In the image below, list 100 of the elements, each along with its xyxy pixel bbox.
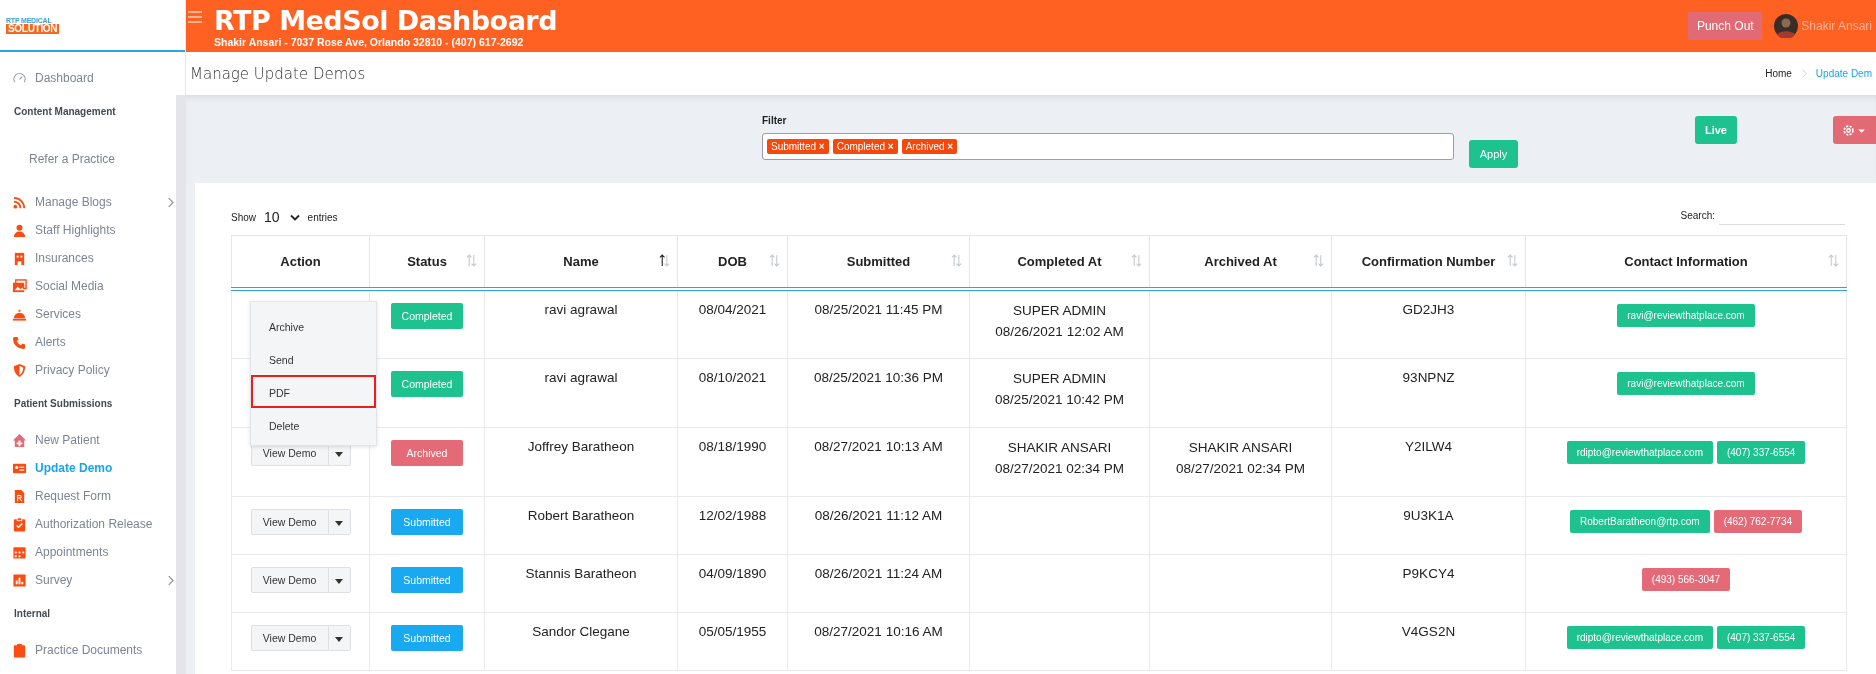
- table-cell: 9U3K1A: [1403, 507, 1454, 523]
- sidebar-item[interactable]: Request Form: [35, 489, 176, 503]
- table-cell: 08/25/2021 11:45 PM: [814, 302, 943, 317]
- sidebar-item[interactable]: Dashboard: [35, 71, 176, 85]
- column-header[interactable]: Confirmation Number: [1331, 235, 1526, 289]
- sidebar-item[interactable]: Refer a Practice: [0, 134, 176, 188]
- table-cell: Robert Baratheon: [527, 507, 635, 523]
- breadcrumb-link[interactable]: Update Dem: [1815, 68, 1872, 79]
- punch-out-button[interactable]: Punch Out: [1688, 12, 1763, 40]
- status-badge: Completed: [391, 303, 463, 329]
- column-title: Submitted: [846, 254, 911, 269]
- view-demo-button[interactable]: View Demo: [250, 624, 329, 651]
- menu-item[interactable]: Delete: [251, 408, 376, 441]
- column-header[interactable]: DOB: [677, 235, 788, 289]
- table-cell: 08/26/2021 11:24 AM: [814, 565, 943, 581]
- table-cell: P9KCY4: [1402, 565, 1455, 581]
- column-header[interactable]: Name: [484, 235, 678, 289]
- column-header[interactable]: Contact Information: [1525, 235, 1847, 289]
- apply-button[interactable]: Apply: [1469, 140, 1518, 168]
- contact-badge[interactable]: rdipto@reviewthatplace.com: [1566, 625, 1713, 649]
- column-header[interactable]: Submitted: [787, 235, 970, 289]
- table-cell: 08/27/2021 10:13 AM: [814, 438, 943, 454]
- remove-tag-button[interactable]: ×: [818, 141, 825, 152]
- menu-item[interactable]: Send: [251, 342, 376, 375]
- table-cell-text: SHAKIR ANSARI 08/27/2021 02:34 PM: [1175, 438, 1306, 478]
- sidebar-item[interactable]: Manage Blogs: [35, 195, 167, 209]
- contact-badge[interactable]: RobertBaratheon@rtp.com: [1569, 509, 1710, 533]
- column-title: Completed At: [1017, 254, 1102, 269]
- table-cell: Y2ILW4: [1405, 438, 1452, 454]
- sidebar-item[interactable]: Alerts: [35, 335, 176, 349]
- table-cell: ravi agrawal: [544, 369, 618, 385]
- table-cell: 08/10/2021: [698, 369, 767, 385]
- table-cell-text: SUPER ADMIN 08/26/2021 12:02 AM: [995, 302, 1124, 341]
- column-title: Action: [280, 254, 321, 269]
- section-heading: Internal: [13, 607, 52, 621]
- column-header[interactable]: Completed At: [969, 235, 1150, 289]
- status-badge: Submitted: [391, 508, 463, 535]
- table-cell: Joffrey Baratheon: [527, 438, 635, 454]
- status-badge: Submitted: [391, 624, 463, 651]
- sidebar-item[interactable]: Staff Highlights: [35, 223, 176, 237]
- sidebar-item[interactable]: Social Media: [35, 279, 176, 293]
- table-cell: 08/25/2021 10:36 PM: [813, 369, 944, 385]
- view-demo-button[interactable]: View Demo: [250, 508, 329, 535]
- view-demo-button[interactable]: View Demo: [250, 566, 329, 593]
- table-cell-text: SHAKIR ANSARI 08/27/2021 02:34 PM: [994, 438, 1125, 478]
- status-badge: Completed: [391, 370, 463, 397]
- remove-tag-button[interactable]: ×: [947, 141, 954, 152]
- table-cell: 93NPNZ: [1402, 369, 1455, 385]
- table-cell: ravi agrawal: [544, 302, 618, 317]
- table-cell-text: SUPER ADMIN 08/25/2021 10:42 PM: [994, 369, 1125, 409]
- table-cell: 08/26/2021 11:12 AM: [814, 507, 943, 523]
- sidebar-item[interactable]: Insurances: [35, 251, 176, 265]
- contact-badge[interactable]: ravi@reviewthatplace.com: [1617, 371, 1755, 395]
- column-title: Status: [407, 254, 447, 269]
- live-button[interactable]: Live: [1694, 116, 1737, 144]
- table-cell: 08/27/2021 10:16 AM: [814, 623, 943, 639]
- table-cell: 12/02/1988: [698, 507, 767, 523]
- user-address: Shakir Ansari - 7037 Rose Ave, Orlando 32810 - (407) 617-2692: [214, 35, 525, 48]
- search-label: Search:: [1680, 210, 1715, 221]
- contact-badge[interactable]: (407) 337-6554: [1716, 440, 1806, 464]
- contact-badge[interactable]: (493) 566-3047: [1641, 567, 1731, 591]
- column-header[interactable]: Status: [369, 235, 485, 289]
- table-cell: GD2JH3: [1402, 302, 1455, 317]
- sidebar-item[interactable]: Authorization Release: [35, 517, 176, 531]
- sidebar-item[interactable]: Privacy Policy: [35, 363, 176, 377]
- filter-tag: Submitted ×: [767, 139, 829, 154]
- filter-tag: Archived ×: [901, 139, 958, 154]
- column-header[interactable]: Archived At: [1149, 235, 1332, 289]
- sidebar-item[interactable]: Services: [35, 307, 176, 321]
- sidebar-item[interactable]: Update Demo: [35, 461, 176, 475]
- column-title: Name: [563, 254, 599, 269]
- app-title: RTP MedSol Dashboard: [214, 4, 558, 36]
- contact-badge[interactable]: (407) 337-6554: [1716, 625, 1806, 649]
- column-title: DOB: [718, 254, 747, 269]
- table-cell: 08/04/2021: [698, 302, 767, 317]
- table-cell: Sandor Clegane: [532, 623, 630, 639]
- sidebar-item[interactable]: Appointments: [35, 545, 176, 559]
- contact-badge[interactable]: ravi@reviewthatplace.com: [1617, 304, 1755, 327]
- contact-badge[interactable]: (462) 762-7734: [1713, 509, 1802, 533]
- show-label: Show: [231, 211, 256, 223]
- filter-field[interactable]: Submitted × Completed × Archived ×: [762, 133, 1454, 160]
- contact-badge[interactable]: rdipto@reviewthatplace.com: [1566, 440, 1713, 464]
- table-cell: 08/18/1990: [698, 438, 767, 454]
- sidebar-item[interactable]: New Patient: [35, 433, 176, 447]
- column-title: Confirmation Number: [1361, 254, 1496, 269]
- section-heading: Patient Submissions: [13, 397, 114, 411]
- filter-tag: Completed ×: [832, 139, 898, 154]
- menu-item[interactable]: Archive: [251, 309, 376, 342]
- breadcrumb-link[interactable]: Home: [1765, 68, 1792, 79]
- status-badge: Archived: [391, 439, 463, 466]
- remove-tag-button[interactable]: ×: [887, 141, 894, 152]
- column-title: Archived At: [1204, 254, 1277, 269]
- menu-item[interactable]: PDF: [251, 375, 376, 408]
- table-cell: Stannis Baratheon: [525, 565, 637, 581]
- page-size-select[interactable]: 10: [262, 209, 302, 225]
- filter-label: Filter: [762, 115, 788, 126]
- table-cell: V4GS2N: [1401, 623, 1456, 639]
- column-title: Contact Information: [1624, 254, 1748, 269]
- sidebar-item[interactable]: Survey: [35, 573, 167, 587]
- sidebar-item[interactable]: Practice Documents: [35, 643, 176, 657]
